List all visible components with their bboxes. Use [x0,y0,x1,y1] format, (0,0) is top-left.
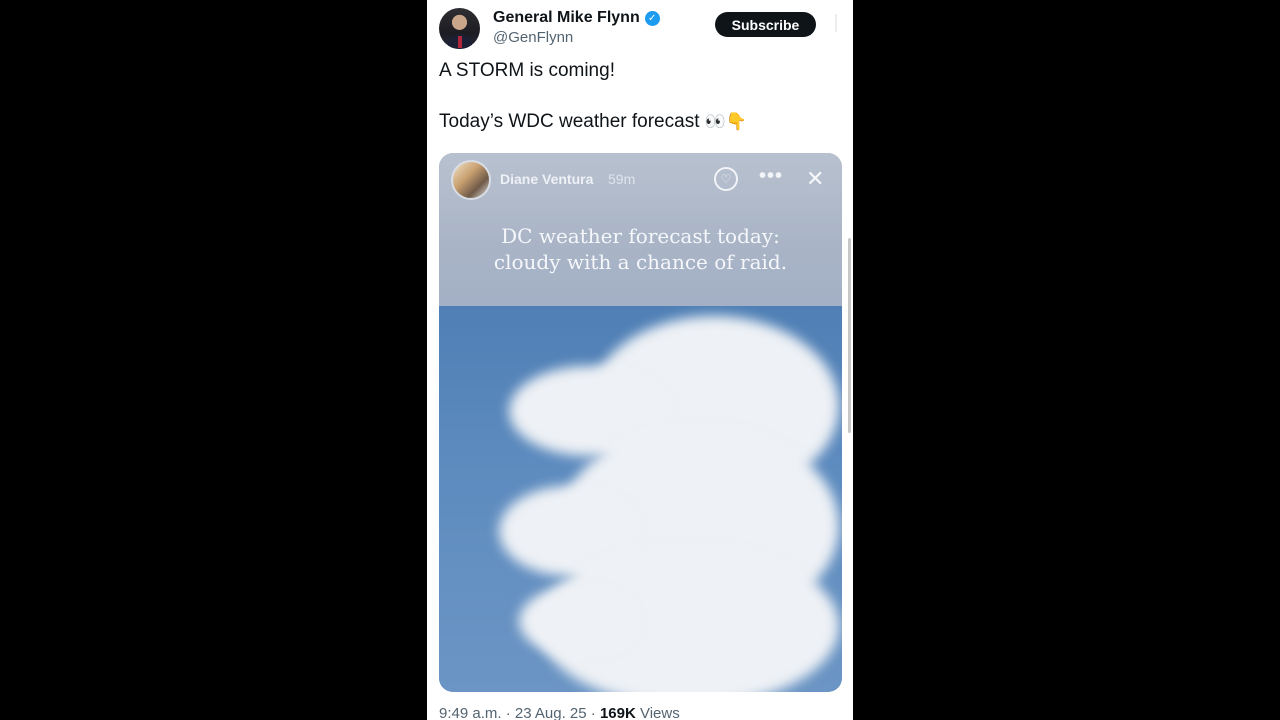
author-name[interactable]: General Mike Flynn [493,9,640,27]
author-handle[interactable]: @GenFlynn [493,29,573,46]
tweet-text-line-1: A STORM is coming! [439,60,615,81]
heart-icon[interactable]: ♡ [714,167,738,191]
verified-badge-icon: ✓ [644,10,660,26]
tweet-screen: General Mike Flynn ✓ @GenFlynn Subscribe… [427,0,853,720]
subscribe-button[interactable]: Subscribe [715,12,816,37]
close-icon[interactable]: ✕ [806,166,824,192]
story-header: Diane Ventura 59m ♡ ••• ✕ DC weather for… [439,153,842,306]
embedded-story-image[interactable]: Diane Ventura 59m ♡ ••• ✕ DC weather for… [439,153,842,692]
views-count: 169K [599,705,636,720]
story-caption: DC weather forecast today: cloudy with a… [439,223,842,275]
tweet-timestamp[interactable]: 9:49 a.m. · 23 Aug. 25 · [439,705,600,720]
avatar-tie [458,36,462,48]
more-options-icon[interactable]: ••• [759,165,783,188]
scroll-tick [835,14,837,32]
story-caption-line-2: cloudy with a chance of raid. [493,250,788,274]
author-avatar[interactable] [439,8,480,49]
views-label: Views [635,705,680,720]
story-caption-line-1: DC weather forecast today: [501,224,780,248]
author-name-row: General Mike Flynn ✓ [493,9,660,27]
story-user-avatar[interactable] [451,160,491,200]
scrollbar[interactable] [848,238,851,433]
cloud-puff [519,586,639,656]
tweet-text-line-2: Today’s WDC weather forecast 👀👇 [439,111,747,133]
story-time: 59m [608,171,636,187]
story-username[interactable]: Diane Ventura [500,171,593,187]
eyes-pointing-emoji: 👀👇 [704,112,748,131]
tweet-meta: 9:49 a.m. · 23 Aug. 25 · 169K Views [439,705,680,720]
cloud-photo [439,306,842,692]
tweet-text-line-2-text: Today’s WDC weather forecast [439,111,700,132]
